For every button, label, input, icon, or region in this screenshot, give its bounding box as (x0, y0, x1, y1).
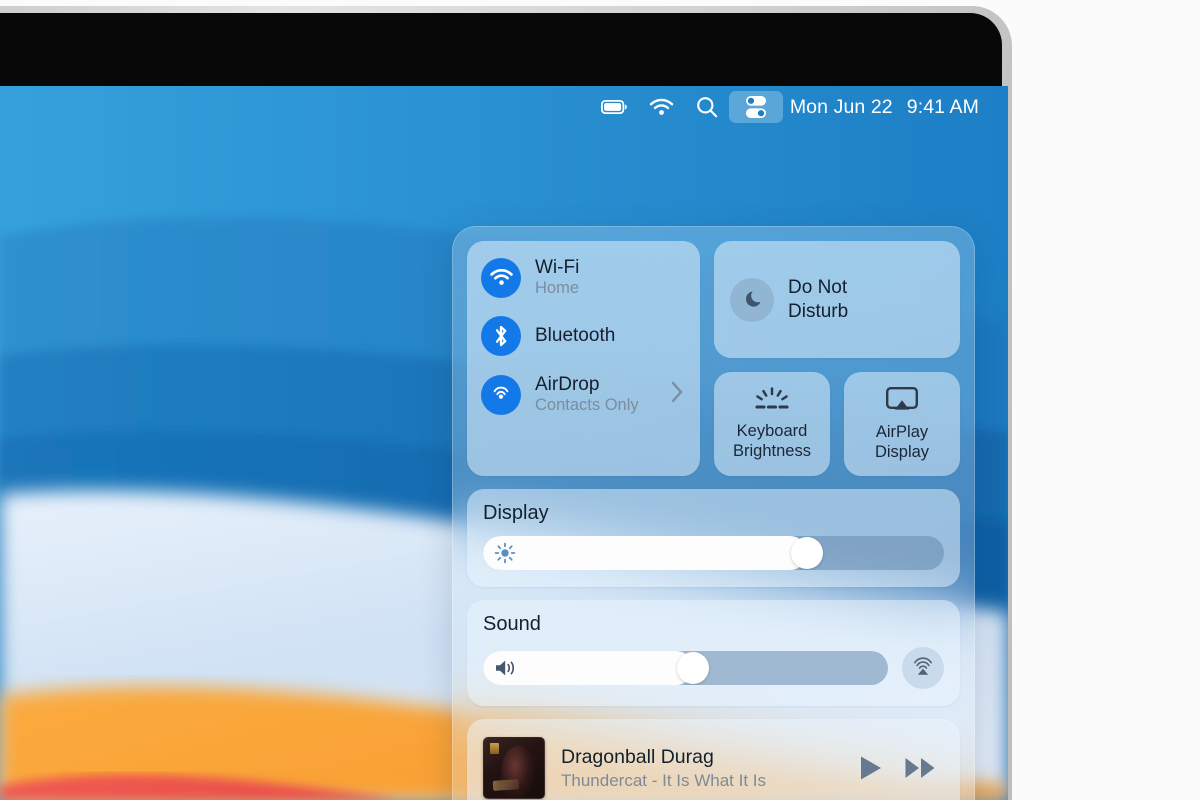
airdrop-subtitle: Contacts Only (535, 396, 656, 415)
wifi-subtitle: Home (535, 279, 686, 298)
sound-slider-row (483, 647, 944, 689)
now-playing-controls (858, 754, 944, 782)
now-playing-title: Dragonball Durag (561, 746, 842, 768)
control-center-icon (741, 94, 771, 120)
airplay-display-label-line2: Display (875, 443, 929, 461)
bluetooth-module[interactable]: Bluetooth (481, 316, 686, 356)
menu-bar-clock[interactable]: 9:41 AM (900, 96, 986, 119)
keyboard-brightness-label-line2: Brightness (733, 442, 811, 460)
wifi-icon (649, 98, 674, 116)
play-icon (858, 754, 884, 782)
brightness-icon (494, 542, 516, 564)
do-not-disturb-tile[interactable]: Do Not Disturb (714, 241, 960, 358)
play-button[interactable] (858, 754, 884, 782)
control-center-right-column: Do Not Disturb (714, 241, 960, 476)
airplay-display-icon (885, 386, 919, 414)
do-not-disturb-icon-badge (730, 278, 774, 322)
keyboard-brightness-label: Keyboard Brightness (733, 422, 811, 462)
fast-forward-button[interactable] (904, 754, 938, 782)
search-icon (696, 96, 718, 118)
connectivity-card: Wi-Fi Home Bluetooth (467, 241, 700, 476)
display-slider-fill (483, 536, 807, 570)
menu-bar-battery[interactable] (590, 91, 638, 123)
airdrop-text: AirDrop Contacts Only (535, 374, 656, 415)
do-not-disturb-label-line2: Disturb (788, 301, 848, 322)
bluetooth-title: Bluetooth (535, 325, 686, 346)
airdrop-title: AirDrop (535, 374, 656, 395)
speaker-icon (494, 658, 520, 678)
album-artwork-signature (493, 779, 520, 791)
keyboard-brightness-label-line1: Keyboard (737, 422, 808, 440)
sound-output-button[interactable] (902, 647, 944, 689)
quick-tiles-row: Keyboard Brightness AirPlay Dis (714, 372, 960, 476)
display-slider[interactable] (483, 536, 944, 570)
airdrop-icon (489, 383, 513, 407)
menu-bar: Mon Jun 22 9:41 AM (0, 86, 1008, 128)
airdrop-icon-badge (481, 375, 521, 415)
bluetooth-icon-badge (481, 316, 521, 356)
control-center-top-row: Wi-Fi Home Bluetooth (467, 241, 960, 476)
display-card: Display (467, 489, 960, 587)
fast-forward-icon (904, 754, 938, 782)
laptop-screen: Mon Jun 22 9:41 AM (0, 86, 1008, 800)
bluetooth-text: Bluetooth (535, 325, 686, 346)
airplay-audio-icon (911, 656, 935, 680)
sound-slider[interactable] (483, 651, 888, 685)
menu-bar-date[interactable]: Mon Jun 22 (783, 96, 900, 119)
album-artwork-emblem (490, 743, 499, 754)
display-label: Display (483, 502, 944, 525)
display-slider-knob[interactable] (791, 537, 823, 569)
sound-label: Sound (483, 613, 944, 636)
sound-card: Sound (467, 600, 960, 706)
wifi-text: Wi-Fi Home (535, 257, 686, 298)
bluetooth-icon (493, 324, 509, 348)
now-playing-text: Dragonball Durag Thundercat - It Is What… (561, 746, 842, 791)
wifi-title: Wi-Fi (535, 257, 686, 278)
wifi-icon-badge (481, 258, 521, 298)
now-playing-subtitle: Thundercat - It Is What It Is (561, 771, 842, 790)
airplay-display-label-line1: AirPlay (876, 423, 928, 441)
control-center-panel: Wi-Fi Home Bluetooth (452, 226, 975, 800)
do-not-disturb-label: Do Not Disturb (788, 276, 848, 322)
moon-icon (741, 288, 764, 311)
airdrop-module[interactable]: AirDrop Contacts Only (481, 374, 686, 415)
airdrop-expand-button[interactable] (670, 380, 686, 409)
airplay-display-label: AirPlay Display (875, 423, 929, 463)
do-not-disturb-label-line1: Do Not (788, 277, 847, 298)
album-artwork-figure (501, 746, 536, 799)
wifi-icon (490, 269, 513, 286)
now-playing-card: Dragonball Durag Thundercat - It Is What… (467, 719, 960, 800)
sound-slider-fill (483, 651, 693, 685)
keyboard-brightness-icon (753, 387, 791, 413)
display-slider-row (483, 536, 944, 570)
menu-bar-wifi[interactable] (638, 91, 685, 123)
keyboard-brightness-tile[interactable]: Keyboard Brightness (714, 372, 830, 476)
sound-slider-knob[interactable] (677, 652, 709, 684)
airplay-display-tile[interactable]: AirPlay Display (844, 372, 960, 476)
menu-bar-spotlight[interactable] (685, 91, 729, 123)
battery-icon (601, 100, 627, 114)
wifi-module[interactable]: Wi-Fi Home (481, 257, 686, 298)
menu-bar-control-center[interactable] (729, 91, 783, 123)
chevron-right-icon (670, 380, 684, 404)
screenshot-stage: Mon Jun 22 9:41 AM (0, 0, 1200, 800)
album-artwork (483, 737, 545, 799)
